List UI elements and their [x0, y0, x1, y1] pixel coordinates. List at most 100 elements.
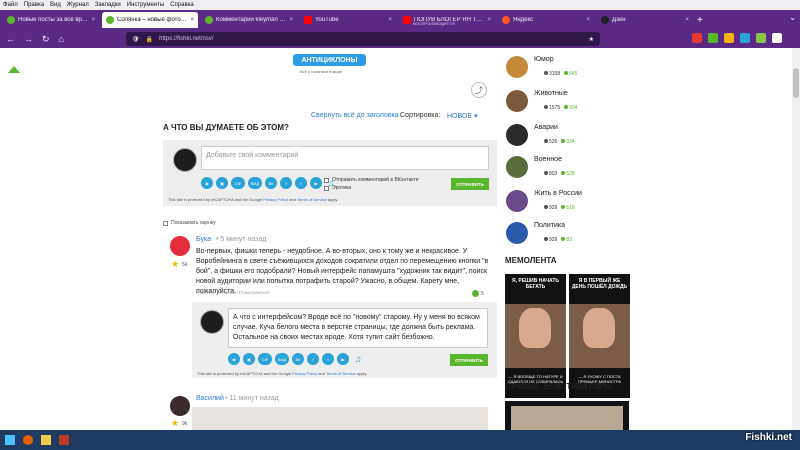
- privacy-policy-link[interactable]: Privacy Policy: [292, 371, 317, 376]
- video-icon[interactable]: ВИД: [275, 353, 289, 365]
- anticyclones-button[interactable]: АНТИЦИКЛОНЫ: [293, 54, 366, 66]
- share-icon[interactable]: ⤴: [471, 82, 487, 98]
- bookmark-star-icon[interactable]: ★: [589, 36, 594, 43]
- meme-card[interactable]: Я В ПЕРВЫЙ ЖЕ ДЕНЬ ПОШЁЛ ДОЖДЬ — Я УХОЖУ…: [569, 274, 630, 398]
- scrollbar-thumb[interactable]: [793, 68, 799, 98]
- comment-author[interactable]: Бука: [196, 236, 211, 243]
- category-item[interactable]: Военное 803 528: [506, 156, 575, 178]
- browser-tab[interactable]: Дзен ×: [597, 12, 693, 28]
- menu-item[interactable]: Справка: [170, 2, 194, 8]
- menu-item[interactable]: Вид: [50, 2, 61, 8]
- category-image[interactable]: [506, 56, 528, 78]
- send-button[interactable]: ОТПРАВИТЬ: [451, 178, 489, 190]
- comment-author[interactable]: Василий: [196, 395, 224, 402]
- browser-tab[interactable]: Комментарии kleyman на Fishki×: [201, 12, 297, 28]
- tab-close-icon[interactable]: ×: [388, 17, 392, 23]
- twitter-icon[interactable]: t: [295, 177, 307, 189]
- music-icon[interactable]: ♫: [352, 353, 364, 365]
- category-name[interactable]: Политика: [534, 222, 565, 229]
- gif-icon[interactable]: GIF: [258, 353, 272, 365]
- extension-icon[interactable]: [756, 33, 766, 43]
- facebook-icon[interactable]: f: [307, 353, 319, 365]
- category-name[interactable]: Юмор: [534, 56, 554, 63]
- terms-link[interactable]: Terms of Service: [326, 371, 356, 376]
- show-rating-toggle[interactable]: Показывать оценку: [163, 220, 216, 226]
- firefox-icon[interactable]: [23, 435, 33, 445]
- tab-list-icon[interactable]: ⌄: [789, 13, 796, 22]
- camera-icon[interactable]: ◉: [201, 177, 213, 189]
- tab-close-icon[interactable]: ×: [289, 17, 293, 23]
- url-bar[interactable]: 🛡 🔒 https://fishki.net/nsv/ ★: [126, 32, 600, 46]
- category-item[interactable]: Жить в России 929 518: [506, 190, 582, 212]
- url-text[interactable]: https://fishki.net/nsv/: [159, 36, 583, 42]
- menu-item[interactable]: Закладки: [95, 2, 121, 8]
- meme-card[interactable]: Я, РЕШИВ НАЧАТЬ БЕГАТЬ — Я ВООБЩЕ-ТО НАТ…: [505, 274, 566, 398]
- category-name[interactable]: Аварии: [534, 124, 558, 131]
- category-item[interactable]: Аварии 526 334: [506, 124, 575, 146]
- terms-link[interactable]: Terms of Service: [297, 197, 327, 202]
- browser-tab[interactable]: Солянка – новые фотографии×: [102, 12, 198, 28]
- menu-item[interactable]: Журнал: [67, 2, 89, 8]
- menu-item[interactable]: Правка: [24, 2, 44, 8]
- erotica-checkbox[interactable]: Эротика: [324, 185, 351, 191]
- browser-tab[interactable]: Новые посты за всё время ×: [3, 12, 99, 28]
- app-icon[interactable]: [59, 435, 69, 445]
- reply-input[interactable]: А что с интерфейсом? Вроде всё по "новом…: [228, 308, 488, 348]
- extension-icon[interactable]: [740, 33, 750, 43]
- category-name[interactable]: Жить в России: [534, 190, 582, 197]
- category-image[interactable]: [506, 124, 528, 146]
- demotivator-card[interactable]: [505, 401, 629, 430]
- tab-close-icon[interactable]: ×: [586, 17, 590, 23]
- home-icon[interactable]: ⌂: [59, 34, 64, 44]
- gif-icon[interactable]: GIF: [231, 177, 245, 189]
- category-name[interactable]: Военное: [534, 156, 562, 163]
- scroll-up-arrow-icon[interactable]: [8, 66, 20, 73]
- reload-icon[interactable]: ↻: [42, 34, 50, 45]
- privacy-policy-link[interactable]: Privacy Policy: [263, 197, 288, 202]
- vk-checkbox[interactable]: Отправить комментарий в ВКонтакте: [324, 177, 419, 183]
- tab-close-icon[interactable]: ×: [91, 17, 95, 23]
- back-icon[interactable]: ←: [6, 34, 15, 44]
- tab-close-icon[interactable]: ×: [685, 17, 689, 23]
- category-image[interactable]: [506, 190, 528, 212]
- vk-icon[interactable]: ВК: [265, 177, 277, 189]
- browser-tab[interactable]: Яндекс ×: [498, 12, 594, 28]
- browser-tab[interactable]: ПОПУВ БЛОГЕР ЯН ТОПЛЕС×ВОСПРОИЗВОДИТСЯ: [399, 12, 495, 28]
- thumb-up-icon[interactable]: [472, 290, 479, 297]
- menu-icon[interactable]: [772, 33, 782, 43]
- camera-icon[interactable]: ◉: [228, 353, 240, 365]
- category-item[interactable]: Юмор 3158 545: [506, 56, 577, 78]
- forward-icon[interactable]: →: [24, 34, 33, 44]
- browser-tab[interactable]: YouTube ×: [300, 12, 396, 28]
- video-icon[interactable]: ВИД: [248, 177, 262, 189]
- youtube-icon[interactable]: ▶: [337, 353, 349, 365]
- youtube-icon[interactable]: ▶: [310, 177, 322, 189]
- page-scrollbar[interactable]: [792, 48, 800, 430]
- tab-close-icon[interactable]: ×: [487, 17, 491, 23]
- twitter-icon[interactable]: t: [322, 353, 334, 365]
- image-icon[interactable]: ▣: [243, 353, 255, 365]
- new-tab-icon[interactable]: +: [697, 15, 703, 26]
- extension-icon[interactable]: [708, 33, 718, 43]
- sort-dropdown[interactable]: НОВОЕ ▾: [447, 112, 478, 120]
- category-name[interactable]: Животные: [534, 90, 568, 97]
- folder-icon[interactable]: [41, 435, 51, 445]
- tab-close-icon[interactable]: ×: [190, 17, 194, 23]
- extension-icon[interactable]: [724, 33, 734, 43]
- category-image[interactable]: [506, 90, 528, 112]
- menu-item[interactable]: Инструменты: [127, 2, 164, 8]
- image-icon[interactable]: ▣: [216, 177, 228, 189]
- category-image[interactable]: [506, 156, 528, 178]
- category-item[interactable]: Животные 1575 204: [506, 90, 577, 112]
- windows-start-icon[interactable]: [5, 435, 15, 445]
- comment-avatar[interactable]: [170, 236, 190, 256]
- comment-avatar[interactable]: [170, 396, 190, 416]
- facebook-icon[interactable]: f: [280, 177, 292, 189]
- reply-send-button[interactable]: ОТПРАВИТЬ: [450, 354, 488, 366]
- category-image[interactable]: [506, 222, 528, 244]
- collapse-all-link[interactable]: Свернуть всё до заголовка: [311, 112, 399, 119]
- comment-image[interactable]: [192, 407, 488, 430]
- comment-input[interactable]: Добавьте свой комментарий: [201, 146, 489, 170]
- extension-icon[interactable]: [692, 33, 702, 43]
- comment-actions[interactable]: Ответить · Ссылка · Пожаловаться: [196, 290, 269, 295]
